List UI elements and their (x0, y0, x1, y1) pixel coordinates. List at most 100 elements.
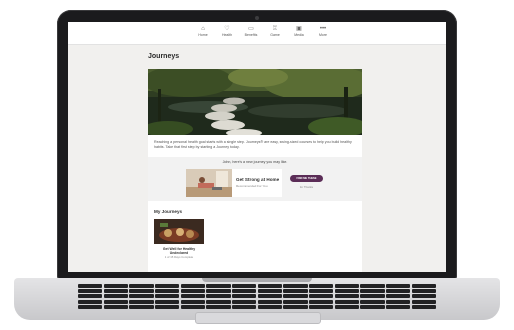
keyboard-key (129, 289, 154, 294)
keyboard-key (231, 304, 257, 309)
more-dots-icon: ••• (319, 26, 327, 32)
keyboard-key (154, 284, 180, 288)
home-icon: ⌂ (201, 26, 205, 32)
briefcase-icon: ▭ (248, 26, 254, 32)
keyboard-key (231, 294, 257, 299)
keyboard-key (78, 299, 103, 304)
keyboard-key (411, 284, 436, 288)
keyboard-key (283, 284, 308, 288)
laptop-screen: ⌂ Home ♡ Health ▭ Benefits ♖ Game ▣ Medi… (68, 22, 446, 272)
keyboard-key (257, 304, 283, 309)
keyboard-key (154, 294, 180, 299)
keyboard-key (231, 299, 257, 304)
keyboard-key (129, 284, 154, 288)
suggested-journey-card[interactable]: Get Strong at Home Recommended For You (186, 169, 282, 197)
keyboard-key (360, 299, 385, 304)
trackpad (195, 312, 321, 324)
keyboard-key (385, 284, 411, 288)
keyboard-key (385, 299, 411, 304)
keyboard-key (308, 289, 334, 294)
keyboard-key (154, 304, 180, 309)
nav-health[interactable]: ♡ Health (214, 25, 240, 37)
keyboard-key (257, 289, 283, 294)
my-journeys-heading: My Journeys (154, 209, 183, 214)
keyboard-key (154, 299, 180, 304)
keyboard-key (206, 294, 231, 299)
keyboard-key (206, 284, 231, 288)
keyboard-key (103, 294, 129, 299)
nav-benefits[interactable]: ▭ Benefits (238, 25, 264, 37)
nav-game[interactable]: ♖ Game (262, 25, 288, 37)
keyboard-key (103, 299, 129, 304)
keyboard-key (231, 289, 257, 294)
keyboard-key (206, 289, 231, 294)
top-navigation: ⌂ Home ♡ Health ▭ Benefits ♖ Game ▣ Medi… (68, 22, 446, 45)
keyboard-key (308, 294, 334, 299)
suggested-journey-title: Get Strong at Home (236, 177, 280, 182)
keyboard-key (411, 304, 436, 309)
my-journey-image (154, 219, 204, 244)
keyboard-key (206, 299, 231, 304)
hero-garden-image (148, 69, 362, 135)
keyboard-key (180, 294, 206, 299)
nav-more-label: More (319, 33, 327, 37)
trophy-icon: ♖ (272, 26, 278, 32)
keyboard-key (283, 299, 308, 304)
nav-health-label: Health (221, 33, 233, 37)
keyboard-key (283, 289, 308, 294)
media-icon: ▣ (296, 26, 302, 32)
my-journey-progress: 1 of 15 Days Complete (164, 255, 194, 259)
keyboard-key (308, 299, 334, 304)
suggested-journey-subtitle: Recommended For You (236, 184, 268, 188)
keyboard-key (334, 284, 360, 288)
keyboard-key (78, 304, 103, 309)
nav-home-label: Home (198, 33, 208, 37)
keyboard-key (180, 299, 206, 304)
main-content: Journeys Reaching a personal health goal… (148, 47, 362, 272)
keyboard-key (78, 294, 103, 299)
keyboard-key (411, 299, 436, 304)
suggestion-prompt: John, here's a new journey you may like. (222, 160, 288, 164)
nav-game-label: Game (270, 33, 280, 37)
keyboard-key (206, 304, 231, 309)
nav-more[interactable]: ••• More (310, 25, 336, 37)
nav-media-label: Media (294, 33, 304, 37)
nav-media[interactable]: ▣ Media (286, 25, 312, 37)
keyboard-key (257, 284, 283, 288)
journeys-card: Reaching a personal health goal starts w… (148, 69, 362, 272)
keyboard-key (231, 284, 257, 288)
keyboard-key (385, 289, 411, 294)
nav-benefits-label: Benefits (244, 33, 258, 37)
keyboard-key (411, 289, 436, 294)
find-journeys-subtext: for Thanks (299, 185, 314, 189)
keyboard-key (385, 304, 411, 309)
keyboard-key (129, 299, 154, 304)
page-title: Journeys (148, 53, 180, 60)
find-journeys-button[interactable]: FIND ME THESE (290, 175, 323, 182)
laptop-hinge (202, 278, 312, 282)
keyboard-key (103, 289, 129, 294)
keyboard-key (334, 304, 360, 309)
keyboard-key (283, 304, 308, 309)
keyboard-key (360, 304, 385, 309)
webcam (255, 16, 259, 20)
suggested-journey-image (186, 169, 232, 197)
heart-icon: ♡ (224, 26, 230, 32)
keyboard-key (283, 294, 308, 299)
nav-home[interactable]: ⌂ Home (190, 25, 216, 37)
keyboard-key (78, 289, 103, 294)
my-journey-card[interactable]: Get Well for Healthy Undeclared 1 of 15 … (154, 219, 204, 267)
keyboard-key (78, 284, 103, 288)
keyboard-key (103, 304, 129, 309)
keyboard-key (360, 284, 385, 288)
keyboard-key (385, 294, 411, 299)
keyboard-key (180, 304, 206, 309)
keyboard-key (360, 294, 385, 299)
keyboard-key (360, 289, 385, 294)
keyboard-key (334, 294, 360, 299)
keyboard-key (334, 299, 360, 304)
keyboard-key (308, 304, 334, 309)
keyboard-key (257, 299, 283, 304)
keyboard-key (334, 289, 360, 294)
suggestion-section: John, here's a new journey you may like.… (148, 157, 362, 201)
